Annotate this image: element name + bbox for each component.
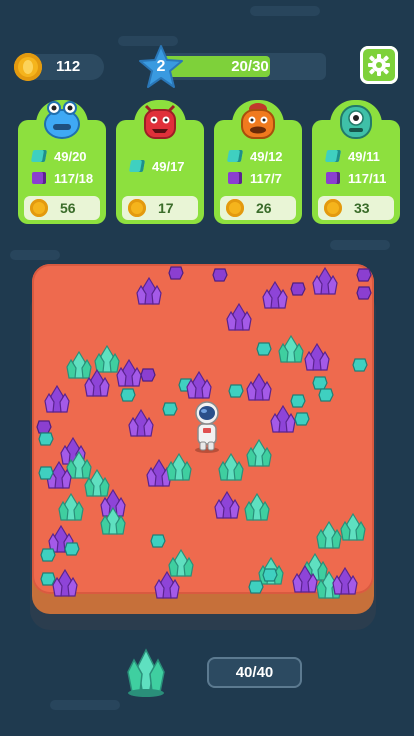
teal-monster-icon [340,105,372,139]
order-reward: 56 [24,196,100,220]
cyan-crystal-chunk[interactable] [162,402,178,416]
xp-progress-text: 20/30 [231,58,269,75]
cyan-crystal-chunk[interactable] [290,394,306,408]
red-monster-icon [144,104,176,139]
coin-counter: 112 [14,53,104,81]
purple-crystal-chunk[interactable] [212,268,228,282]
order-reward: 26 [220,196,296,220]
purple-crystal-cluster[interactable] [270,404,296,434]
gear-icon [368,54,390,76]
cyan-crystal-cluster[interactable] [58,492,84,522]
purple-crystal-requirement: 117/11 [326,170,396,188]
coin-value: 112 [56,58,81,75]
cyan-crystal-chunk[interactable] [256,342,272,356]
purple-crystal-cluster[interactable] [304,342,330,372]
cyan-crystal-requirement: 49/12 [226,148,298,166]
order-reward: 17 [122,196,198,220]
purple-crystal-cluster[interactable] [246,372,272,402]
purple-crystal-chunk[interactable] [290,282,306,296]
cyan-crystal-chunk[interactable] [40,548,56,562]
cyan-crystal-chunk[interactable] [38,432,54,446]
level-number: 2 [156,58,166,75]
cyan-crystal-cluster[interactable] [100,506,126,536]
purple-crystal-cluster[interactable] [332,566,358,596]
purple-crystal-requirement: 117/18 [32,170,102,188]
purple-crystal-chunk[interactable] [168,266,184,280]
background-cloud [10,250,60,260]
cyan-crystal-requirement: 49/20 [30,148,102,166]
cyan-crystal-icon [128,160,146,172]
order-card-blue-monster[interactable]: 49/20 117/18 56 [18,100,106,224]
purple-crystal-cluster[interactable] [186,370,212,400]
cyan-crystal-chunk[interactable] [318,388,334,402]
purple-crystal-cluster[interactable] [226,302,252,332]
crystal-icon [127,648,165,697]
cyan-crystal-chunk[interactable] [294,412,310,426]
order-card-red-monster[interactable]: 49/17 17 [116,100,204,224]
purple-crystal-cluster[interactable] [262,280,288,310]
purple-crystal-cluster[interactable] [312,266,338,296]
cyan-crystal-cluster[interactable] [244,492,270,522]
purple-crystal-icon [228,172,242,184]
cyan-crystal-chunk[interactable] [38,466,54,480]
settings-button[interactable] [360,46,398,84]
cyan-crystal-chunk[interactable] [150,534,166,548]
cyan-crystal-icon [30,150,48,162]
cyan-crystal-chunk[interactable] [120,388,136,402]
background-cloud [50,700,120,710]
purple-crystal-chunk[interactable] [140,368,156,382]
orange-monster-icon [241,103,275,139]
background-cloud [250,6,320,16]
purple-crystal-cluster[interactable] [128,408,154,438]
purple-crystal-chunk[interactable] [356,286,372,300]
purple-crystal-cluster[interactable] [292,564,318,594]
order-card-teal-monster[interactable]: 49/11 117/11 33 [312,100,400,224]
cyan-crystal-cluster[interactable] [166,452,192,482]
backpack-capacity-text: 40/40 [235,664,274,681]
coin-icon [14,53,42,81]
cyan-crystal-chunk[interactable] [262,568,278,582]
purple-crystal-icon [326,172,340,184]
purple-crystal-cluster[interactable] [214,490,240,520]
backpack-capacity: 40/40 [207,657,302,688]
cyan-crystal-requirement: 49/17 [128,158,200,176]
cyan-crystal-cluster[interactable] [316,520,342,550]
cyan-crystal-requirement: 49/11 [324,148,396,166]
purple-crystal-chunk[interactable] [356,268,372,282]
purple-crystal-cluster[interactable] [116,358,142,388]
background-cloud [330,240,390,250]
purple-crystal-cluster[interactable] [44,384,70,414]
cyan-crystal-chunk[interactable] [248,580,264,594]
order-reward: 33 [318,196,394,220]
cyan-crystal-cluster[interactable] [340,512,366,542]
cyan-crystal-cluster[interactable] [218,452,244,482]
cyan-crystal-icon [324,150,342,162]
blue-monster-icon [44,101,80,139]
purple-crystal-cluster[interactable] [136,276,162,306]
coin-icon [226,199,244,217]
purple-crystal-cluster[interactable] [84,368,110,398]
coin-icon [324,199,342,217]
purple-crystal-requirement: 117/7 [228,170,298,188]
purple-crystal-icon [32,172,46,184]
purple-crystal-cluster[interactable] [154,570,180,600]
cyan-crystal-chunk[interactable] [352,358,368,372]
xp-progress-bar: 20/30 [160,53,326,80]
cyan-crystal-cluster[interactable] [246,438,272,468]
coin-icon [30,199,48,217]
cyan-crystal-icon [226,150,244,162]
order-card-orange-monster[interactable]: 49/12 117/7 26 [214,100,302,224]
cyan-crystal-chunk[interactable] [228,384,244,398]
astronaut-player [195,401,219,453]
cyan-crystal-chunk[interactable] [40,572,56,586]
coin-icon [128,199,146,217]
cyan-crystal-chunk[interactable] [64,542,80,556]
cyan-crystal-cluster[interactable] [278,334,304,364]
